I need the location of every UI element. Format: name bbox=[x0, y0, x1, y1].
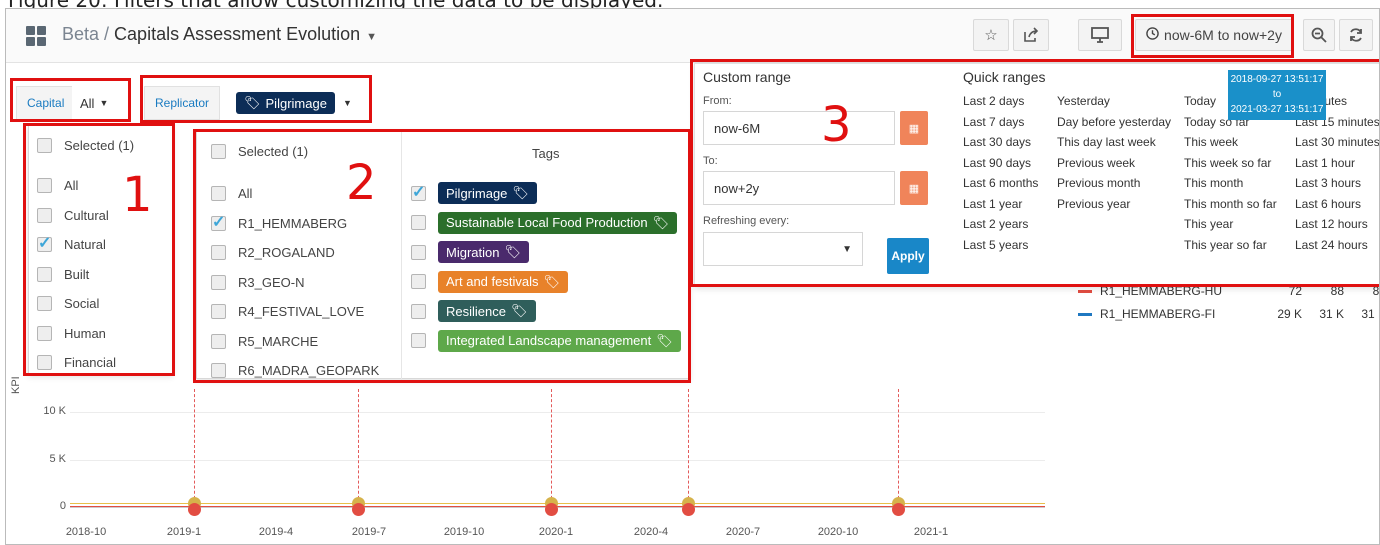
monitor-icon[interactable] bbox=[1078, 19, 1122, 51]
x-tick-label: 2019-10 bbox=[443, 526, 485, 538]
y-tick-label: 10 K bbox=[43, 405, 66, 417]
star-icon[interactable]: ☆ bbox=[973, 19, 1009, 51]
annotation-box bbox=[10, 78, 131, 122]
annotation-box bbox=[690, 59, 1379, 287]
annotation-box bbox=[140, 75, 372, 123]
annotation-number: 3 bbox=[821, 97, 852, 153]
x-tick-label: 2020-10 bbox=[817, 526, 859, 538]
x-tick-label: 2021-1 bbox=[913, 526, 949, 538]
x-tick-label: 2020-4 bbox=[633, 526, 669, 538]
y-tick-label: 0 bbox=[59, 500, 66, 512]
share-icon[interactable] bbox=[1013, 19, 1049, 51]
annotation-number: 2 bbox=[346, 155, 377, 211]
dashboard-window: Beta / Capitals Assessment Evolution ▼ ☆ … bbox=[5, 8, 1380, 545]
x-tick-label: 2019-7 bbox=[351, 526, 387, 538]
data-point[interactable] bbox=[682, 503, 695, 516]
data-point[interactable] bbox=[892, 503, 905, 516]
x-tick-label: 2020-7 bbox=[725, 526, 761, 538]
zoom-out-icon[interactable] bbox=[1303, 19, 1335, 51]
dashboard-title[interactable]: Beta / Capitals Assessment Evolution ▼ bbox=[62, 24, 377, 45]
refresh-icon[interactable] bbox=[1339, 19, 1373, 51]
data-point[interactable] bbox=[352, 503, 365, 516]
annotation-box bbox=[23, 123, 175, 376]
annotation-line bbox=[898, 389, 899, 509]
x-tick-label: 2018-10 bbox=[65, 526, 107, 538]
annotation-number: 1 bbox=[122, 167, 153, 223]
annotation-line bbox=[551, 389, 552, 509]
x-tick-label: 2020-1 bbox=[538, 526, 574, 538]
dashboard-name[interactable]: Capitals Assessment Evolution bbox=[114, 24, 360, 44]
annotation-box bbox=[193, 129, 691, 383]
data-point[interactable] bbox=[545, 503, 558, 516]
caret-down-icon[interactable]: ▼ bbox=[366, 31, 377, 43]
dashboard-grid-icon[interactable] bbox=[26, 26, 46, 46]
annotation-box bbox=[1131, 14, 1294, 58]
folder-name[interactable]: Beta bbox=[62, 24, 99, 44]
annotation-line bbox=[688, 389, 689, 509]
annotation-line bbox=[358, 389, 359, 509]
legend-swatch bbox=[1078, 312, 1092, 316]
x-tick-label: 2019-1 bbox=[166, 526, 202, 538]
annotation-line bbox=[194, 389, 195, 509]
y-tick-label: 5 K bbox=[49, 453, 66, 465]
x-tick-label: 2019-4 bbox=[258, 526, 294, 538]
y-axis-title: KPI bbox=[10, 376, 22, 394]
data-point[interactable] bbox=[188, 503, 201, 516]
legend-swatch bbox=[1078, 289, 1092, 293]
legend-item[interactable]: R1_HEMMABERG-FI 29 K 31 K 31 K bbox=[1078, 307, 1379, 321]
